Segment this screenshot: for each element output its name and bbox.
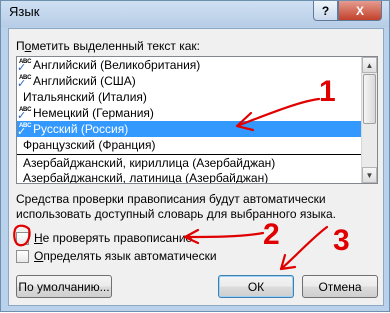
info-text: Средства проверки правописания будут авт… bbox=[16, 192, 336, 221]
language-label: Английский (США) bbox=[33, 74, 136, 88]
language-label: Английский (Великобритания) bbox=[33, 58, 201, 72]
title-bar: Язык ? X bbox=[1, 1, 389, 27]
mark-text-label: Пометить выделенный текст как: bbox=[16, 39, 201, 53]
dialog-body: Пометить выделенный текст как: ABC ✓ Англи… bbox=[8, 28, 384, 306]
close-button[interactable]: X bbox=[338, 1, 382, 21]
help-button[interactable]: ? bbox=[313, 1, 338, 21]
language-item[interactable]: ABC ✓ Русский (Россия) bbox=[17, 121, 362, 138]
language-item[interactable]: ABC ✓ Английский (США) bbox=[17, 73, 362, 90]
language-label: Итальянский (Италия) bbox=[23, 90, 147, 104]
language-label: Азербайджанский, кириллица (Азербайджан) bbox=[23, 156, 276, 170]
language-item[interactable]: ABC ✓ Английский (Великобритания) bbox=[17, 57, 362, 74]
language-item[interactable]: ABC ✓ Немецкий (Германия) bbox=[17, 105, 362, 122]
spellcheck-icon: ABC ✓ bbox=[17, 123, 32, 138]
cancel-button[interactable]: Отмена bbox=[302, 275, 378, 298]
auto-detect-checkbox[interactable] bbox=[16, 249, 29, 263]
language-item[interactable]: Азербайджанский, кириллица (Азербайджан) bbox=[17, 154, 362, 170]
ok-button[interactable]: ОК bbox=[218, 275, 294, 298]
no-proofing-checkbox[interactable] bbox=[16, 231, 29, 245]
default-button[interactable]: По умолчанию... bbox=[16, 275, 112, 298]
language-item[interactable]: Итальянский (Италия) bbox=[17, 89, 362, 105]
language-label: Русский (Россия) bbox=[33, 122, 129, 136]
language-item[interactable]: Азербайджанский, латиница (Азербайджан) bbox=[17, 170, 362, 184]
auto-detect-label: Определять язык автоматически bbox=[34, 249, 217, 263]
language-dialog: Язык ? X Пометить выделенный текст как: … bbox=[0, 0, 390, 312]
language-list[interactable]: ABC ✓ Английский (Великобритания) ABC ✓ Англи… bbox=[16, 56, 378, 184]
spellcheck-icon: ABC ✓ bbox=[17, 75, 32, 90]
language-label: Немецкий (Германия) bbox=[33, 106, 154, 120]
window-title: Язык bbox=[9, 4, 40, 19]
scroll-down-arrow-icon[interactable]: ▼ bbox=[362, 167, 377, 183]
language-item[interactable]: Французский (Франция) bbox=[17, 137, 362, 153]
list-scrollbar[interactable]: ▲ ▼ bbox=[361, 57, 377, 183]
language-label: Азербайджанский, латиница (Азербайджан) bbox=[23, 171, 269, 184]
no-proofing-checkbox-row[interactable]: Не проверять правописание bbox=[16, 230, 192, 246]
language-label: Французский (Франция) bbox=[23, 138, 156, 152]
scroll-up-arrow-icon[interactable]: ▲ bbox=[362, 57, 377, 73]
scroll-thumb[interactable] bbox=[363, 74, 376, 124]
auto-detect-checkbox-row[interactable]: Определять язык автоматически bbox=[16, 248, 217, 264]
no-proofing-label: Не проверять правописание bbox=[34, 231, 193, 245]
